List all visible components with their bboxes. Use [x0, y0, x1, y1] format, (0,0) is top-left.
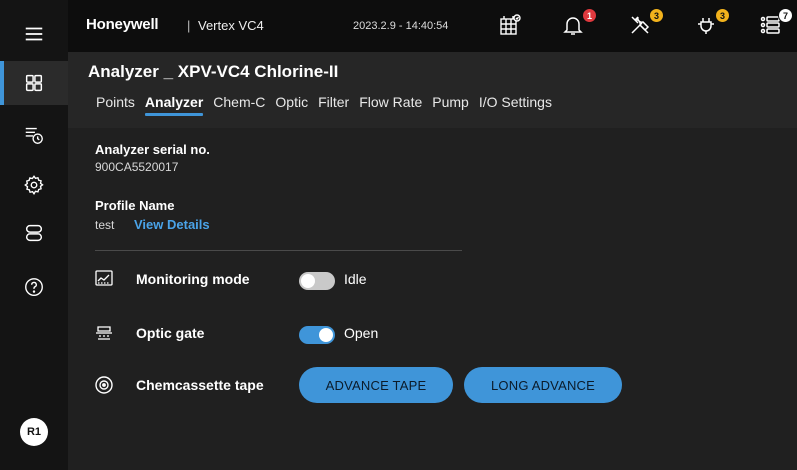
tab-io-settings[interactable]: I/O Settings — [479, 94, 552, 116]
dashboard-icon[interactable] — [0, 61, 68, 105]
maintenance-badge: 3 — [715, 8, 730, 23]
page-title: Analyzer _ XPV-VC4 Chlorine-II — [88, 62, 339, 81]
tab-optic[interactable]: Optic — [275, 94, 308, 116]
title-area: Analyzer _ XPV-VC4 Chlorine-II Points An… — [68, 52, 797, 128]
help-icon[interactable] — [0, 265, 68, 309]
maintenance-icon[interactable]: 3 — [694, 8, 730, 39]
toggle-knob — [319, 328, 333, 342]
list-icon[interactable]: 7 — [758, 8, 793, 39]
tab-bar: Points Analyzer Chem-C Optic Filter Flow… — [96, 94, 562, 116]
tab-points[interactable]: Points — [96, 94, 135, 116]
tab-chem-c[interactable]: Chem-C — [213, 94, 265, 116]
optic-gate-toggle[interactable] — [299, 326, 335, 344]
menu-icon[interactable] — [0, 12, 68, 56]
optic-gate-state: Open — [344, 325, 379, 341]
sidebar: R1 — [0, 0, 68, 470]
tape-label: Chemcassette tape — [136, 377, 264, 393]
schedule-grid-icon[interactable] — [498, 13, 524, 39]
bell-badge: 1 — [582, 8, 597, 23]
header-datetime: 2023.2.9 - 14:40:54 — [353, 20, 449, 32]
brand-logo: Honeywell — [86, 16, 159, 33]
user-avatar[interactable]: R1 — [20, 418, 48, 446]
tape-reel-icon — [94, 375, 114, 395]
view-details-link[interactable]: View Details — [134, 217, 210, 232]
divider — [95, 250, 462, 251]
optic-gate-icon — [94, 323, 114, 343]
monitoring-label: Monitoring mode — [136, 271, 250, 287]
monitoring-state: Idle — [344, 271, 367, 287]
header-separator: | — [187, 18, 191, 33]
serial-value: 900CA5520017 — [95, 160, 179, 174]
toggle-knob — [301, 274, 315, 288]
main-panel: Analyzer _ XPV-VC4 Chlorine-II Points An… — [68, 52, 797, 470]
settings-icon[interactable] — [0, 163, 68, 207]
serial-label: Analyzer serial no. — [95, 142, 210, 157]
tab-analyzer[interactable]: Analyzer — [144, 94, 204, 116]
bell-icon[interactable]: 1 — [561, 8, 597, 39]
top-header: Honeywell | Vertex VC4 2023.2.9 - 14:40:… — [68, 0, 797, 52]
devices-icon[interactable] — [0, 211, 68, 255]
tab-pump[interactable]: Pump — [432, 94, 469, 116]
tab-filter[interactable]: Filter — [318, 94, 349, 116]
profile-label: Profile Name — [95, 198, 175, 213]
advance-tape-button[interactable]: ADVANCE TAPE — [299, 367, 453, 403]
monitoring-toggle[interactable] — [299, 272, 335, 290]
long-advance-button[interactable]: LONG ADVANCE — [464, 367, 622, 403]
profile-value: test — [95, 218, 115, 232]
tools-badge: 3 — [649, 8, 664, 23]
optic-gate-label: Optic gate — [136, 325, 205, 341]
event-list-icon[interactable] — [0, 113, 68, 157]
tab-flow-rate[interactable]: Flow Rate — [359, 94, 422, 116]
list-badge: 7 — [778, 8, 793, 23]
monitoring-chart-icon — [94, 268, 114, 288]
product-name: Vertex VC4 — [198, 18, 264, 33]
tools-icon[interactable]: 3 — [628, 8, 664, 39]
